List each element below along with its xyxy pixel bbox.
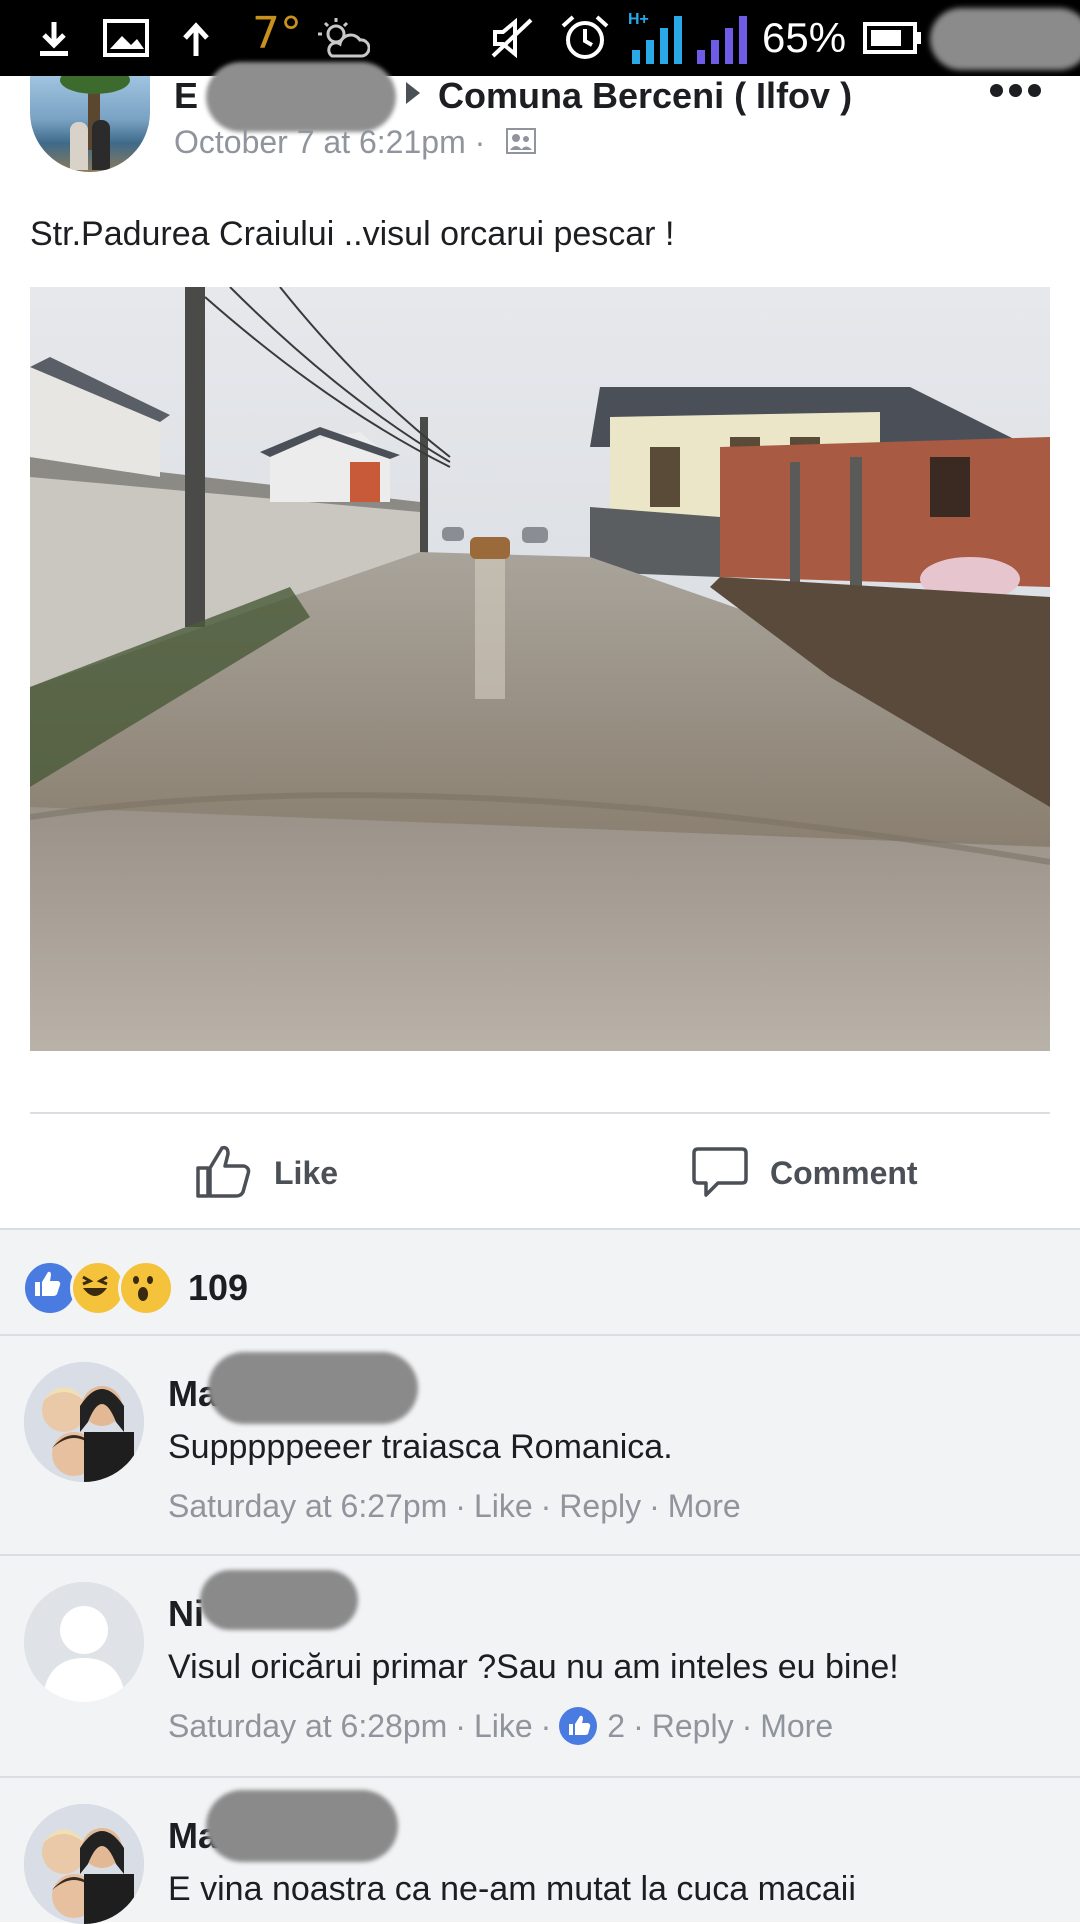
post-text: Str.Padurea Craiului ..visul orcarui pes… — [30, 215, 675, 253]
comment-more-link[interactable]: More — [668, 1484, 741, 1528]
comment-label[interactable]: Comment — [770, 1155, 918, 1192]
comment-meta: Saturday at 6:28pm · Like · 2 · Reply · … — [168, 1704, 833, 1748]
comment-time[interactable]: Saturday at 6:28pm — [168, 1704, 447, 1748]
comment-more-link[interactable]: More — [760, 1704, 833, 1748]
comment-like-badge-icon — [559, 1707, 598, 1745]
comment-reply-link[interactable]: Reply — [559, 1484, 641, 1528]
signal-icon: H+ — [628, 11, 694, 64]
post-photo[interactable] — [30, 287, 1050, 1051]
redacted-name — [200, 1570, 358, 1630]
comment-item: Ma E vina noastra ca ne-am mutat la cuca… — [0, 1776, 1080, 1924]
comments-section: 109 Ma Supppppeeer traiasca Romanica. Sa… — [0, 1228, 1080, 1924]
comment-item: Ni Visul oricărui primar ?Sau nu am inte… — [0, 1554, 1080, 1774]
post-time-text[interactable]: October 7 at 6:21pm — [174, 124, 466, 160]
download-icon — [34, 14, 74, 62]
comment-text: Visul oricărui primar ?Sau nu am inteles… — [168, 1648, 899, 1686]
comment-time[interactable]: Saturday at 6:27pm — [168, 1484, 447, 1528]
commenter-avatar[interactable] — [24, 1362, 144, 1482]
comment-reply-link[interactable]: Reply — [652, 1704, 734, 1748]
comment-like-link[interactable]: Like — [474, 1704, 533, 1748]
redacted-name — [206, 1790, 398, 1862]
commenter-avatar[interactable] — [24, 1582, 144, 1702]
comment-text: E vina noastra ca ne-am mutat la cuca ma… — [168, 1870, 856, 1908]
post-header: E Comuna Berceni ( Ilfov ) October 7 at … — [0, 62, 1080, 186]
wow-reaction-icon — [118, 1260, 174, 1316]
weather-icon — [316, 14, 370, 62]
alarm-icon — [558, 14, 612, 62]
status-bar: 7° H+ 65% — [0, 0, 1080, 76]
group-privacy-icon — [506, 128, 536, 154]
commenter-name[interactable]: Ni — [168, 1592, 204, 1636]
reaction-count[interactable]: 109 — [188, 1267, 248, 1309]
commenter-avatar[interactable] — [24, 1804, 144, 1924]
mute-icon — [488, 14, 536, 62]
author-name[interactable]: E — [174, 76, 198, 116]
divider — [30, 1112, 1050, 1114]
battery-icon — [862, 14, 924, 62]
like-button[interactable]: Like — [194, 1140, 338, 1206]
comment-item: Ma Supppppeeer traiasca Romanica. Saturd… — [0, 1334, 1080, 1554]
comment-like-count[interactable]: 2 — [607, 1704, 625, 1748]
upload-icon — [178, 14, 214, 62]
comment-button[interactable]: Comment — [692, 1140, 918, 1206]
reactions-summary[interactable]: 109 — [22, 1260, 248, 1316]
svg-text:H+: H+ — [628, 11, 649, 28]
group-name[interactable]: Comuna Berceni ( Ilfov ) — [438, 76, 852, 116]
redacted-name — [208, 1352, 418, 1424]
comment-text: Supppppeeer traiasca Romanica. — [168, 1428, 673, 1466]
comment-like-link[interactable]: Like — [474, 1484, 533, 1528]
signal-icon — [694, 14, 752, 64]
post-timestamp[interactable]: October 7 at 6:21pm · — [174, 120, 485, 164]
thumbs-up-icon — [194, 1142, 252, 1205]
image-icon — [100, 14, 152, 62]
battery-percent: 65% — [762, 14, 847, 61]
post-time-separator: · — [474, 124, 486, 160]
like-label[interactable]: Like — [274, 1155, 338, 1192]
comment-meta: Saturday at 6:27pm · Like · Reply · More — [168, 1484, 741, 1528]
arrow-right-icon — [406, 82, 420, 104]
author-avatar[interactable] — [30, 76, 150, 172]
more-options-icon[interactable] — [990, 84, 1041, 97]
temperature-label: 7° — [252, 8, 302, 59]
redacted-area — [930, 8, 1080, 70]
comment-bubble-icon — [692, 1143, 748, 1204]
